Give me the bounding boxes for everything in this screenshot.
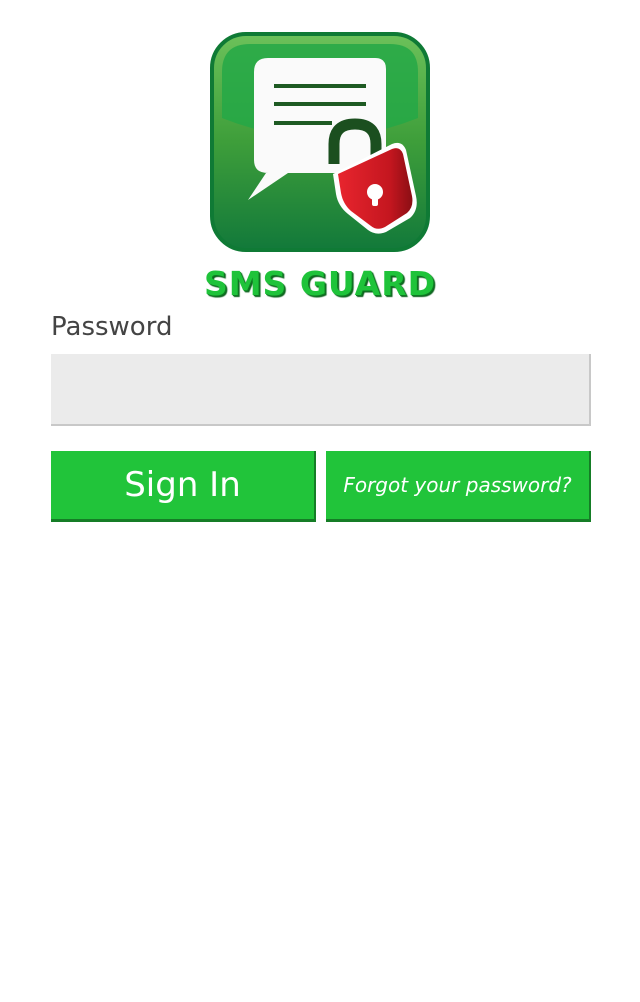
sign-in-button[interactable]: Sign In [51,451,316,522]
sign-in-label: Sign In [124,465,241,505]
password-input[interactable] [51,354,591,426]
login-screen: SMS GUARD Password Sign In Forgot your p… [0,0,640,1002]
forgot-password-label: Forgot your password? [343,473,572,497]
app-title: SMS GUARD [203,264,437,303]
password-label: Password [51,312,173,342]
forgot-password-button[interactable]: Forgot your password? [326,451,591,522]
app-logo-icon [210,32,430,252]
